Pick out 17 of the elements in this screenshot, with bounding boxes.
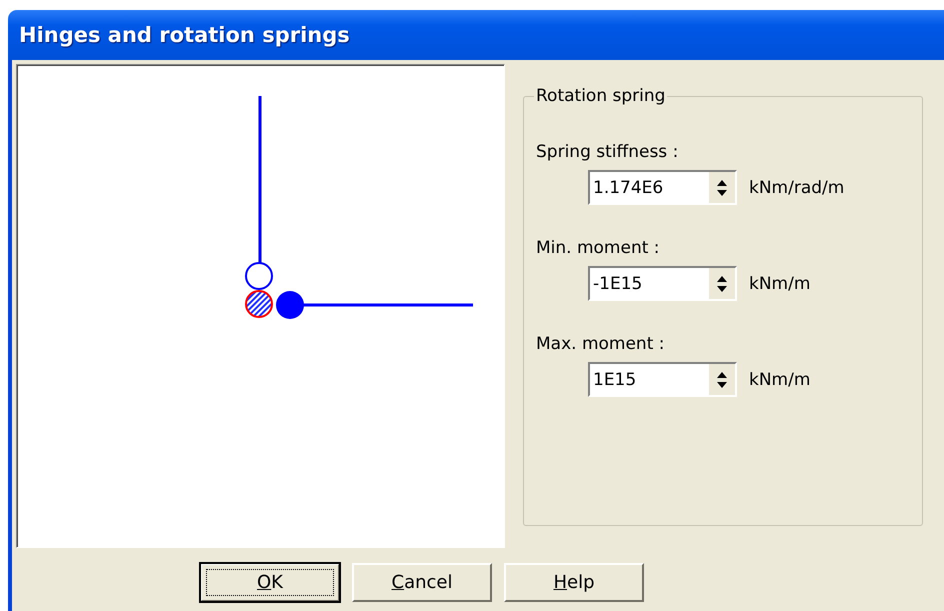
unit-label: kNm/m: [749, 274, 810, 294]
field-label: Min. moment :: [536, 238, 661, 258]
spin-field[interactable]: 1.174E6: [588, 170, 737, 205]
window-title: Hinges and rotation springs: [19, 23, 350, 47]
field-label: Spring stiffness :: [536, 142, 680, 162]
unit-label: kNm/rad/m: [749, 178, 844, 198]
spin-arrows-icon[interactable]: [716, 178, 728, 196]
spin-arrows-icon[interactable]: [716, 370, 728, 388]
dialog-button[interactable]: OK: [200, 563, 340, 602]
dialog-button[interactable]: Cancel: [352, 563, 492, 602]
group-title: Rotation spring: [535, 86, 666, 106]
field-label: Max. moment :: [536, 334, 666, 354]
spin-arrows-icon[interactable]: [716, 274, 728, 292]
dialog-button[interactable]: Help: [504, 563, 644, 602]
unit-label: kNm/m: [749, 370, 810, 390]
spin-field[interactable]: 1E15: [588, 362, 737, 397]
spin-field[interactable]: -1E15: [588, 266, 737, 301]
